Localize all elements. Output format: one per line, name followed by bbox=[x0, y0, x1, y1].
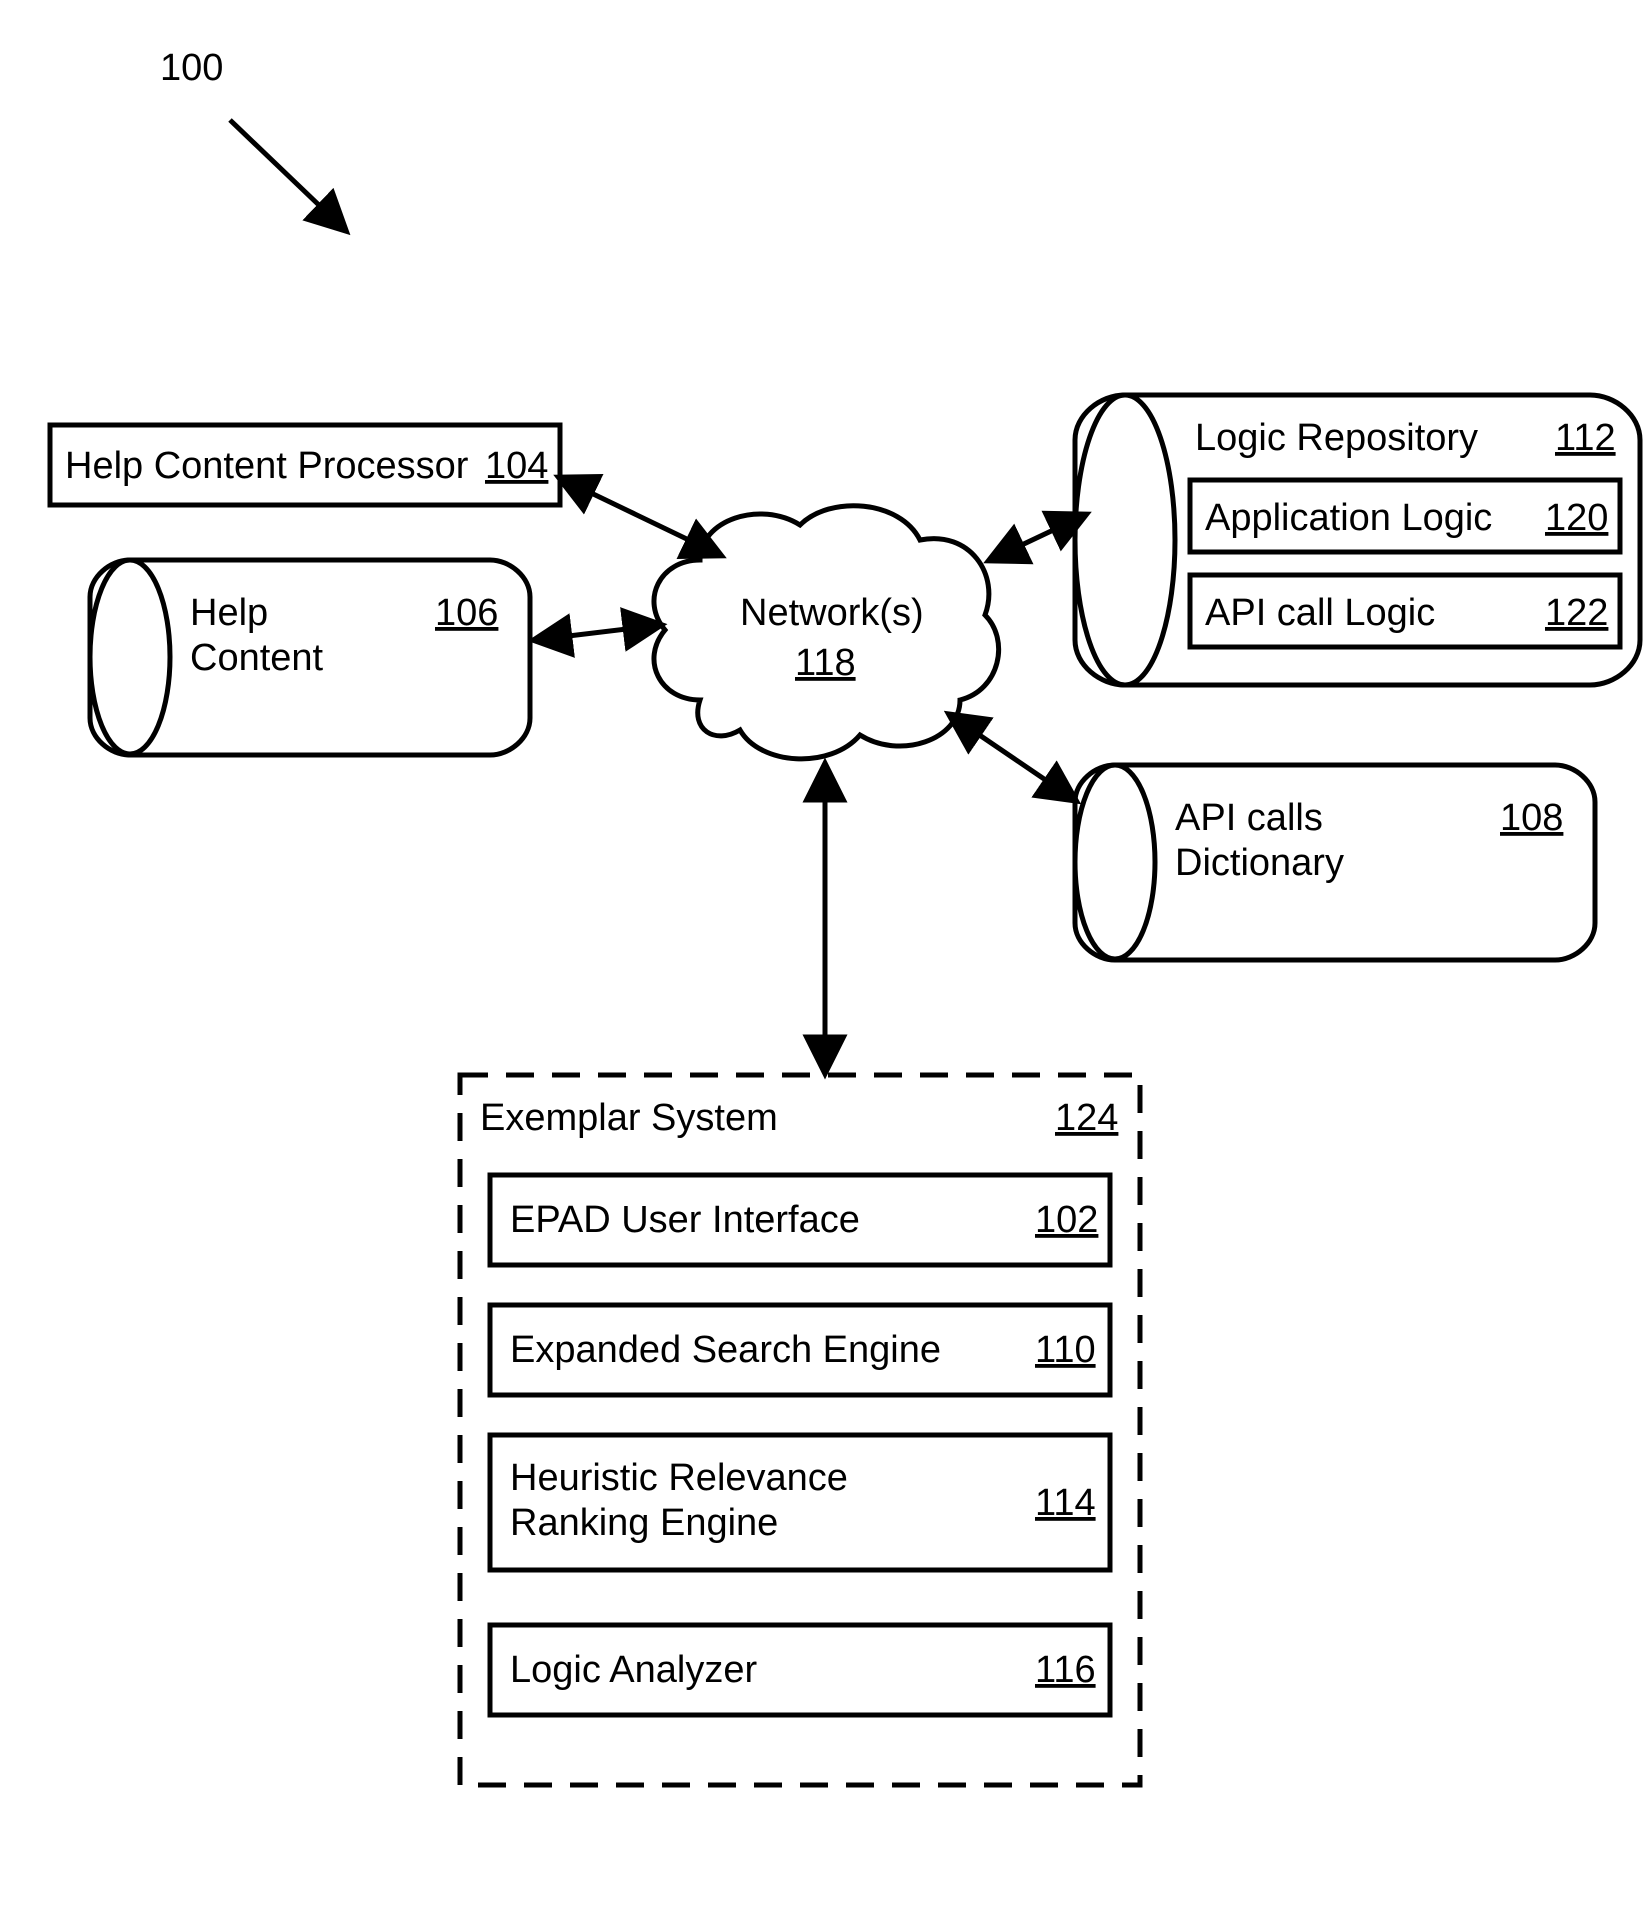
svg-text:Application Logic: Application Logic bbox=[1205, 497, 1492, 539]
svg-text:104: 104 bbox=[485, 445, 548, 487]
exemplar-system-box: Exemplar System 124 EPAD User Interface … bbox=[460, 1075, 1140, 1785]
logic-analyzer-box: Logic Analyzer 116 bbox=[490, 1625, 1110, 1715]
svg-text:120: 120 bbox=[1545, 497, 1608, 539]
svg-text:110: 110 bbox=[1035, 1329, 1096, 1371]
conn-api-dict bbox=[950, 715, 1075, 800]
svg-text:Logic Repository: Logic Repository bbox=[1195, 417, 1478, 459]
svg-text:Dictionary: Dictionary bbox=[1175, 842, 1344, 884]
svg-text:108: 108 bbox=[1500, 797, 1563, 839]
svg-text:118: 118 bbox=[795, 642, 856, 684]
svg-text:Logic Analyzer: Logic Analyzer bbox=[510, 1649, 757, 1691]
svg-text:Heuristic Relevance: Heuristic Relevance bbox=[510, 1457, 848, 1499]
svg-text:EPAD User Interface: EPAD User Interface bbox=[510, 1199, 860, 1241]
network-cloud: Network(s) 118 bbox=[654, 506, 999, 759]
conn-help-content bbox=[535, 625, 660, 640]
svg-text:114: 114 bbox=[1035, 1482, 1096, 1524]
heuristic-relevance-ranking-box: Heuristic Relevance Ranking Engine 114 bbox=[490, 1435, 1110, 1570]
svg-text:API call Logic: API call Logic bbox=[1205, 592, 1435, 634]
svg-text:Help Content Processor: Help Content Processor bbox=[65, 445, 469, 487]
help-content-cylinder: Help Content 106 bbox=[90, 560, 530, 755]
svg-text:Help: Help bbox=[190, 592, 268, 634]
system-diagram: 100 Help Content Processor 104 Help Cont… bbox=[0, 0, 1650, 1930]
svg-text:Network(s): Network(s) bbox=[740, 592, 924, 634]
svg-text:112: 112 bbox=[1555, 417, 1616, 459]
svg-text:Expanded Search Engine: Expanded Search Engine bbox=[510, 1329, 941, 1371]
help-content-processor-box: Help Content Processor 104 bbox=[50, 425, 560, 505]
logic-repository-cylinder: Logic Repository 112 Application Logic 1… bbox=[1075, 395, 1640, 685]
svg-text:124: 124 bbox=[1055, 1097, 1118, 1139]
conn-logic-repo bbox=[990, 515, 1085, 560]
svg-text:Content: Content bbox=[190, 637, 324, 679]
expanded-search-engine-box: Expanded Search Engine 110 bbox=[490, 1305, 1110, 1395]
epad-ui-box: EPAD User Interface 102 bbox=[490, 1175, 1110, 1265]
svg-text:102: 102 bbox=[1035, 1199, 1098, 1241]
svg-text:Exemplar System: Exemplar System bbox=[480, 1097, 778, 1139]
api-calls-dictionary-cylinder: API calls Dictionary 108 bbox=[1075, 765, 1595, 960]
figure-ref: 100 bbox=[160, 47, 223, 89]
svg-text:API calls: API calls bbox=[1175, 797, 1323, 839]
conn-help-processor bbox=[560, 478, 720, 555]
svg-text:106: 106 bbox=[435, 592, 498, 634]
svg-text:122: 122 bbox=[1545, 592, 1608, 634]
svg-text:Ranking Engine: Ranking Engine bbox=[510, 1502, 778, 1544]
svg-text:116: 116 bbox=[1035, 1649, 1096, 1691]
